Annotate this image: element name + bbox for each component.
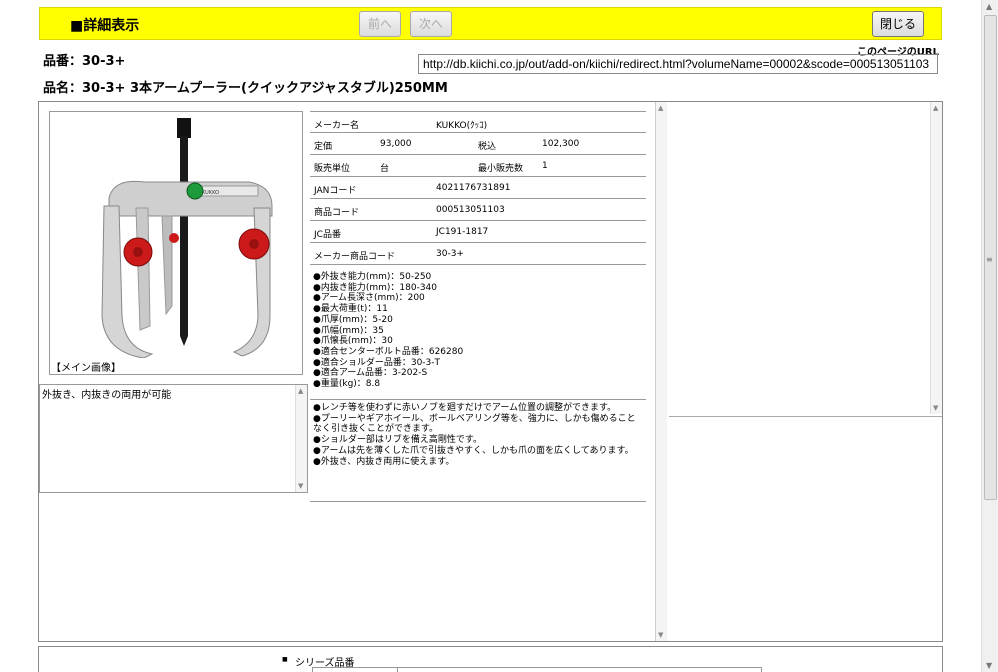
product-number: 品番：30-3+: [43, 54, 126, 69]
scroll-down-icon[interactable]: ▼: [933, 404, 938, 412]
spec-value: 93,000: [380, 139, 412, 149]
description-text: 外抜き、内抜きの両用が可能: [42, 390, 172, 401]
divider: [310, 501, 646, 502]
spec-label: 商品コード: [314, 208, 360, 218]
list-item: ●内抜き能力(mm)：180-340: [313, 282, 438, 293]
scroll-down-icon[interactable]: ▼: [658, 631, 663, 639]
detail-title: ■詳細表示: [70, 18, 140, 34]
spec-value: 000513051103: [436, 205, 505, 215]
spec-label: 税込: [478, 142, 497, 152]
spec-bullet-list: ●外抜き能力(mm)：50-250 ●内抜き能力(mm)：180-340 ●アー…: [313, 272, 643, 390]
main-image-caption: 【メイン画像】: [51, 363, 121, 374]
list-item: ●アーム長深さ(mm)：200: [313, 293, 425, 304]
scroll-up-icon[interactable]: ▲: [986, 2, 992, 11]
spec-row-jan: JANコード 4021176731891: [310, 177, 646, 199]
list-item: ●プーリーやギアホイール、ボールベアリング等を、強力に、しかも傷めることなく引き…: [313, 413, 636, 435]
list-item: ●重量(kg)：8.8: [313, 379, 381, 390]
scroll-down-icon[interactable]: ▼: [986, 661, 992, 670]
spec-row-code: 商品コード 000513051103: [310, 199, 646, 221]
spec-label: JC品番: [314, 230, 341, 240]
list-item: ●最大荷重(t)：11: [313, 304, 388, 315]
list-item: ●アームは先を薄くした爪で引抜きやすく、しかも爪の面を広くしてあります。: [313, 445, 634, 456]
spec-value: JC191-1817: [436, 227, 489, 237]
series-section: シリーズ品番: [38, 646, 943, 672]
close-button[interactable]: 閉じる: [872, 11, 924, 37]
spec-row-maker-code: メーカー商品コード 30-3+: [310, 243, 646, 265]
list-item: ●爪幅(mm)：35: [313, 325, 384, 336]
spec-row-jc: JC品番 JC191-1817: [310, 221, 646, 243]
brand-logo-text: KUKKO: [202, 190, 219, 196]
spec-value: 102,300: [542, 139, 580, 149]
list-item: ●爪厚(mm)：5-20: [313, 314, 393, 325]
page-scrollbar[interactable]: ▲ ≡ ▼: [981, 0, 998, 672]
feature-bullet-list: ●レンチ等を使わずに赤いノブを廻すだけでアーム位置の調整ができます。 ●プーリー…: [313, 403, 643, 467]
series-table: [312, 667, 762, 672]
spec-row-maker: メーカー名 KUKKO(ｸｯｺ): [310, 111, 646, 133]
product-image: KUKKO: [101, 118, 273, 358]
detail-pane-scrollbar[interactable]: ▲ ▼: [655, 102, 667, 641]
spec-label: 定価: [314, 142, 333, 152]
spec-table: メーカー名 KUKKO(ｸｯｺ) 定価 93,000 税込 102,300 販売…: [310, 111, 646, 265]
detail-header-bar: ■詳細表示 前へ 次へ 閉じる: [39, 7, 942, 40]
side-pane: ▲ ▼: [669, 102, 942, 417]
spec-value: KUKKO(ｸｯｺ): [436, 121, 488, 131]
list-item: ●外抜き能力(mm)：50-250: [313, 272, 432, 282]
spec-label: メーカー商品コード: [314, 252, 396, 262]
prev-button[interactable]: 前へ: [359, 11, 401, 37]
description-textarea[interactable]: 外抜き、内抜きの両用が可能 ▲ ▼: [39, 384, 308, 493]
list-item: ●外抜き、内抜き両用に使えます。: [313, 456, 455, 467]
scroll-down-icon[interactable]: ▼: [298, 482, 303, 490]
main-image-box: KUKKO 【メイン画像】: [49, 111, 303, 375]
list-item: ●ショルダー部はリブを備え高剛性です。: [313, 435, 482, 446]
list-item: ●爪懐長(mm)：30: [313, 336, 393, 347]
description-scrollbar[interactable]: ▲ ▼: [295, 385, 307, 492]
spec-row-price: 定価 93,000 税込 102,300: [310, 133, 646, 155]
spec-label: メーカー名: [314, 121, 360, 131]
grip-icon: ≡: [986, 255, 993, 264]
list-item: ●適合ショルダー品番：30-3-T: [313, 357, 441, 368]
table-divider: [397, 668, 398, 672]
scroll-up-icon[interactable]: ▲: [658, 104, 663, 112]
spec-value: 4021176731891: [436, 183, 511, 193]
product-detail-frame: KUKKO 【メイン画像】 外抜き、内抜きの両用が可能 ▲ ▼ メーカー名 KU…: [38, 101, 943, 642]
side-pane-scrollbar[interactable]: ▲ ▼: [930, 102, 942, 414]
spec-row-unit: 販売単位 台 最小販売数 1: [310, 155, 646, 177]
scroll-up-icon[interactable]: ▲: [298, 387, 303, 395]
scroll-up-icon[interactable]: ▲: [933, 104, 938, 112]
spec-value: 30-3+: [436, 249, 464, 259]
product-name: 品名：30-3+ 3本アームプーラー(クイックアジャスタブル)250MM: [43, 81, 448, 96]
spec-label: JANコード: [314, 186, 357, 196]
spec-value: 1: [542, 161, 548, 171]
list-item: ●レンチ等を使わずに赤いノブを廻すだけでアーム位置の調整ができます。: [313, 403, 617, 413]
spec-label: 販売単位: [314, 164, 351, 174]
spec-label: 最小販売数: [478, 164, 524, 174]
divider: [310, 399, 646, 400]
next-button[interactable]: 次へ: [410, 11, 452, 37]
list-item: ●適合アーム品番：3-202-S: [313, 368, 428, 379]
spec-value: 台: [380, 164, 390, 174]
page-url-field[interactable]: http://db.kiichi.co.jp/out/add-on/kiichi…: [418, 54, 938, 74]
list-item: ●適合センターボルト品番：626280: [313, 346, 464, 357]
